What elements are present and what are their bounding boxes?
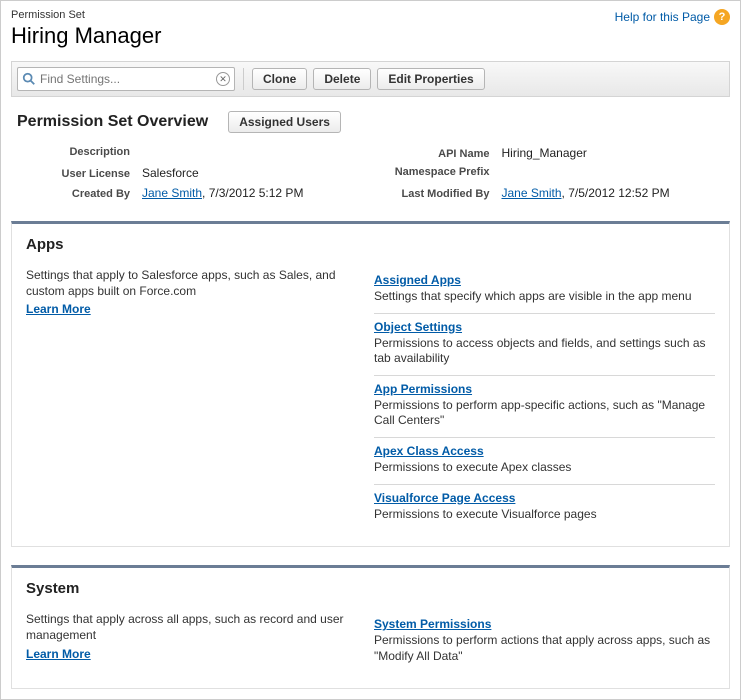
label-modified-by: Last Modified By [377, 188, 502, 200]
search-wrap: ✕ [17, 67, 235, 91]
label-description: Description [17, 146, 142, 158]
app-permissions-desc: Permissions to perform app-specific acti… [374, 398, 715, 429]
label-namespace-prefix: Namespace Prefix [377, 166, 502, 178]
search-icon [22, 72, 36, 86]
value-user-license: Salesforce [142, 166, 199, 180]
label-created-by: Created By [17, 188, 142, 200]
page-pretitle: Permission Set [11, 9, 161, 21]
system-section: System Settings that apply across all ap… [11, 565, 730, 689]
clone-button[interactable]: Clone [252, 68, 307, 90]
apps-blurb: Settings that apply to Salesforce apps, … [26, 268, 336, 298]
object-settings-link[interactable]: Object Settings [374, 320, 462, 334]
assigned-apps-link[interactable]: Assigned Apps [374, 273, 461, 287]
modified-by-date: , 7/5/2012 12:52 PM [562, 186, 670, 200]
created-by-user-link[interactable]: Jane Smith [142, 186, 202, 200]
system-permissions-link[interactable]: System Permissions [374, 617, 491, 631]
divider [243, 68, 244, 90]
help-link-text: Help for this Page [615, 10, 710, 24]
page-title: Hiring Manager [11, 23, 161, 49]
help-link[interactable]: Help for this Page ? [615, 9, 730, 25]
system-blurb: Settings that apply across all apps, suc… [26, 612, 344, 642]
toolbar: ✕ Clone Delete Edit Properties [11, 61, 730, 97]
visualforce-page-access-link[interactable]: Visualforce Page Access [374, 491, 515, 505]
modified-by-user-link[interactable]: Jane Smith [502, 186, 562, 200]
app-permissions-link[interactable]: App Permissions [374, 382, 472, 396]
label-api-name: API Name [377, 148, 502, 160]
apps-learn-more-link[interactable]: Learn More [26, 301, 91, 317]
system-title: System [26, 580, 715, 597]
apps-section: Apps Settings that apply to Salesforce a… [11, 221, 730, 547]
apex-class-access-link[interactable]: Apex Class Access [374, 444, 484, 458]
search-input[interactable] [36, 70, 216, 88]
clear-icon[interactable]: ✕ [216, 72, 230, 86]
created-by-date: , 7/3/2012 5:12 PM [202, 186, 303, 200]
apps-title: Apps [26, 236, 715, 253]
apex-class-access-desc: Permissions to execute Apex classes [374, 460, 715, 476]
edit-properties-button[interactable]: Edit Properties [377, 68, 484, 90]
visualforce-page-access-desc: Permissions to execute Visualforce pages [374, 507, 715, 523]
system-permissions-desc: Permissions to perform actions that appl… [374, 633, 715, 664]
assigned-apps-desc: Settings that specify which apps are vis… [374, 289, 715, 305]
object-settings-desc: Permissions to access objects and fields… [374, 336, 715, 367]
label-user-license: User License [17, 168, 142, 180]
overview-title: Permission Set Overview [17, 113, 208, 131]
assigned-users-button[interactable]: Assigned Users [228, 111, 341, 133]
system-learn-more-link[interactable]: Learn More [26, 646, 91, 662]
delete-button[interactable]: Delete [313, 68, 371, 90]
value-api-name: Hiring_Manager [502, 146, 587, 160]
help-icon: ? [714, 9, 730, 25]
